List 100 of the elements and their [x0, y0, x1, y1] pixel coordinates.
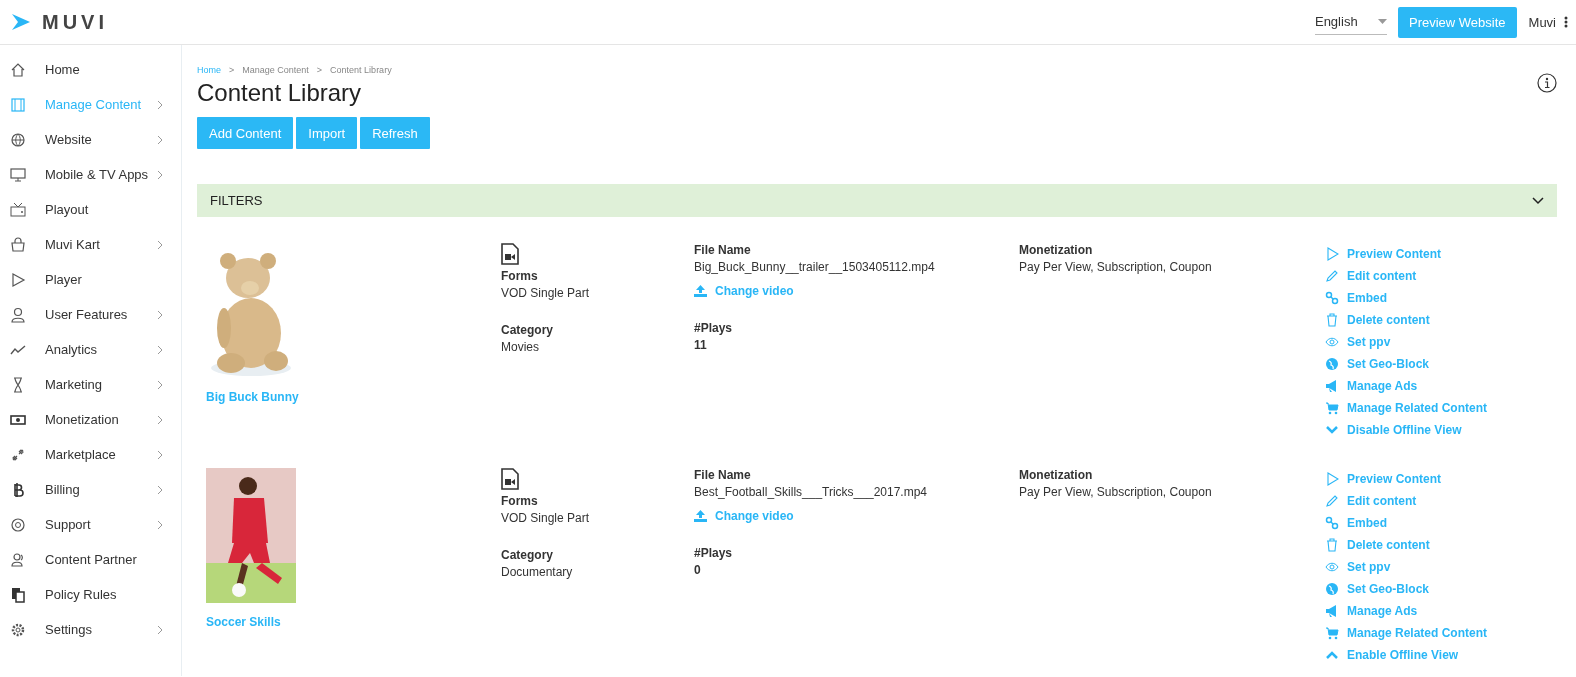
- sidebar-item[interactable]: Policy Rules: [0, 577, 181, 612]
- play-icon: [10, 271, 26, 288]
- logo-text: MUVI: [42, 10, 108, 34]
- sidebar-item[interactable]: User Features: [0, 297, 181, 332]
- action-link[interactable]: Set ppv: [1325, 559, 1557, 575]
- ads-icon: [1325, 379, 1339, 393]
- globe-icon: [10, 131, 26, 148]
- action-link[interactable]: Embed: [1325, 515, 1557, 531]
- sidebar-item[interactable]: Manage Content: [0, 87, 181, 122]
- related-icon: [1325, 401, 1339, 415]
- breadcrumb-link[interactable]: Home: [197, 65, 221, 75]
- breadcrumb-separator: >: [229, 65, 235, 75]
- sidebar-item[interactable]: Analytics: [0, 332, 181, 367]
- action-link[interactable]: Preview Content: [1325, 471, 1557, 487]
- language-dropdown[interactable]: English: [1314, 9, 1387, 35]
- film-icon: [10, 96, 26, 113]
- sidebar-item[interactable]: Support: [0, 507, 181, 542]
- video-file-icon: [501, 468, 519, 490]
- docs-icon: [10, 586, 26, 603]
- sidebar-item[interactable]: Marketing: [0, 367, 181, 402]
- sidebar-item[interactable]: Billing: [0, 472, 181, 507]
- edit-icon: [1325, 494, 1339, 508]
- sidebar-item[interactable]: Settings: [0, 612, 181, 647]
- sidebar-item[interactable]: Marketplace: [0, 437, 181, 472]
- change-video-link[interactable]: Change video: [694, 509, 1019, 523]
- field-value: Best_Football_Skills___Tricks___2017.mp4: [694, 485, 928, 499]
- sidebar-item[interactable]: Content Partner: [0, 542, 181, 577]
- sidebar-item[interactable]: Playout: [0, 192, 181, 227]
- action-link[interactable]: Enable Offline View: [1325, 647, 1557, 663]
- field-label: Forms: [501, 494, 539, 508]
- field-value: VOD Single Part: [501, 286, 591, 300]
- toolbar-button[interactable]: Add Content: [197, 117, 294, 149]
- action-link[interactable]: Manage Related Content: [1325, 400, 1557, 416]
- action-link[interactable]: Disable Offline View: [1325, 422, 1557, 438]
- field-label: Category: [501, 323, 554, 337]
- breadcrumb-item: Manage Content: [242, 65, 309, 75]
- field-value: VOD Single Part: [501, 511, 591, 525]
- field-value: Pay Per View, Subscription, Coupon: [1019, 485, 1213, 499]
- gear-icon: [10, 621, 26, 638]
- field-label: Category: [501, 548, 554, 562]
- monitor-icon: [10, 166, 26, 183]
- action-link[interactable]: Set Geo-Block: [1325, 356, 1557, 372]
- sidebar-item[interactable]: Website: [0, 122, 181, 157]
- toolbar-button[interactable]: Import: [296, 117, 358, 149]
- user-name[interactable]: Muvi: [1528, 14, 1556, 30]
- field-label: Monetization: [1019, 468, 1094, 482]
- field-label: #Plays: [694, 546, 734, 560]
- content-title-link[interactable]: Big Buck Bunny: [206, 390, 299, 404]
- users-icon: [10, 551, 26, 568]
- field-value: 0: [694, 563, 702, 577]
- preview-icon: [1325, 472, 1339, 486]
- breadcrumb-item: Content Library: [330, 65, 392, 75]
- filters-bar[interactable]: FILTERS: [197, 184, 1557, 217]
- action-link[interactable]: Edit content: [1325, 493, 1557, 509]
- content-title-link[interactable]: Soccer Skills: [206, 615, 281, 629]
- toolbar-button[interactable]: Refresh: [360, 117, 430, 149]
- more-icon[interactable]: [1564, 16, 1568, 28]
- field-value: Pay Per View, Subscription, Coupon: [1019, 260, 1213, 274]
- geo-icon: [1325, 357, 1339, 371]
- sidebar-item[interactable]: Home: [0, 52, 181, 87]
- action-link[interactable]: Manage Ads: [1325, 603, 1557, 619]
- preview-website-button[interactable]: Preview Website: [1397, 6, 1517, 38]
- sidebar-item[interactable]: Player: [0, 262, 181, 297]
- preview-icon: [1325, 247, 1339, 261]
- action-link[interactable]: Set Geo-Block: [1325, 581, 1557, 597]
- field-label: Monetization: [1019, 243, 1094, 257]
- action-link[interactable]: Delete content: [1325, 312, 1557, 328]
- action-link[interactable]: Set ppv: [1325, 334, 1557, 350]
- sidebar-item[interactable]: Mobile & TV Apps: [0, 157, 181, 192]
- page-title: Content Library: [197, 79, 362, 107]
- tv-icon: [10, 201, 26, 218]
- info-icon[interactable]: [1537, 73, 1557, 93]
- change-video-link[interactable]: Change video: [694, 284, 1019, 298]
- field-label: File Name: [694, 243, 752, 257]
- sidebar-item[interactable]: Muvi Kart: [0, 227, 181, 262]
- ads-icon: [1325, 604, 1339, 618]
- field-label: Forms: [501, 269, 539, 283]
- upload-icon: [694, 285, 707, 297]
- lifebuoy-icon: [10, 516, 26, 533]
- sidebar-item[interactable]: Monetization: [0, 402, 181, 437]
- field-value: Big_Buck_Bunny__trailer__1503405112.mp4: [694, 260, 936, 274]
- delete-icon: [1325, 313, 1339, 327]
- geo-icon: [1325, 582, 1339, 596]
- field-label: File Name: [694, 468, 752, 482]
- related-icon: [1325, 626, 1339, 640]
- action-link[interactable]: Preview Content: [1325, 246, 1557, 262]
- video-file-icon: [501, 243, 519, 265]
- field-label: #Plays: [694, 321, 734, 335]
- field-value: Movies: [501, 340, 540, 354]
- action-link[interactable]: Delete content: [1325, 537, 1557, 553]
- ppv-icon: [1325, 335, 1339, 349]
- user-icon: [10, 306, 26, 323]
- bag-icon: [10, 236, 26, 253]
- action-link[interactable]: Manage Related Content: [1325, 625, 1557, 641]
- field-value: 11: [694, 338, 708, 352]
- action-link[interactable]: Edit content: [1325, 268, 1557, 284]
- action-link[interactable]: Embed: [1325, 290, 1557, 306]
- action-link[interactable]: Manage Ads: [1325, 378, 1557, 394]
- upload-icon: [694, 510, 707, 522]
- embed-icon: [1325, 291, 1339, 305]
